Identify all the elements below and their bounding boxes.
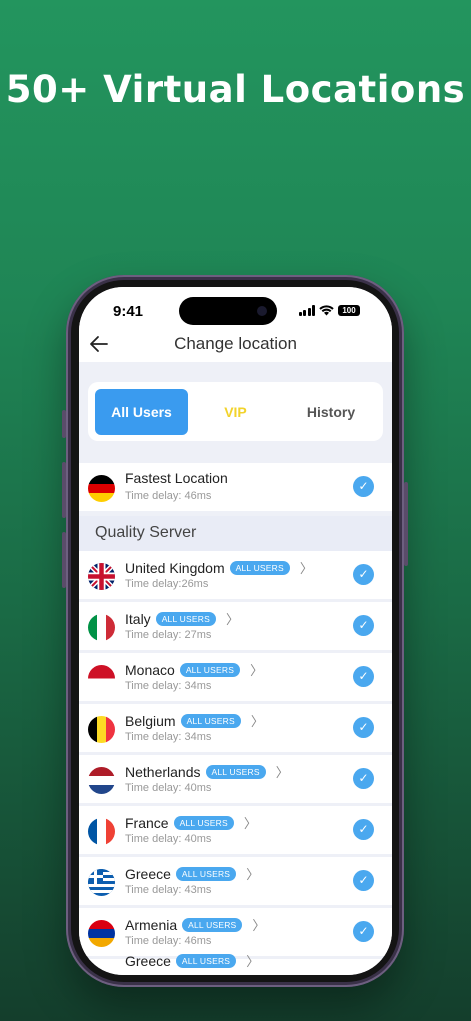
chevron-right-icon: 〉 <box>243 816 257 831</box>
page-title: Change location <box>174 334 297 353</box>
all-users-badge: ALL USERS <box>205 764 266 779</box>
check-icon: ✓ <box>353 564 374 585</box>
dynamic-island <box>179 297 277 325</box>
france-flag-icon <box>88 818 115 845</box>
tab-vip[interactable]: VIP <box>198 389 273 435</box>
time-delay: Time delay: 40ms <box>125 782 212 794</box>
belgium-flag-icon <box>88 716 115 743</box>
phone-volume-down <box>62 532 66 588</box>
time-delay: Time delay: 34ms <box>125 680 212 692</box>
signal-icon <box>298 305 315 316</box>
server-row[interactable]: Italy ALL USERS 〉 Time delay: 27ms ✓ <box>79 602 392 650</box>
phone-side-button <box>62 410 66 438</box>
time-delay: Time delay: 43ms <box>125 884 212 896</box>
all-users-badge: ALL USERS <box>175 866 237 881</box>
all-users-badge: ALL USERS <box>182 917 243 932</box>
chevron-right-icon: 〉 <box>250 714 264 729</box>
chevron-right-icon: 〉 <box>246 867 260 882</box>
phone-power-button <box>404 482 408 566</box>
all-users-badge: ALL USERS <box>175 953 237 968</box>
greece-flag-icon <box>88 869 115 896</box>
chevron-right-icon: 〉 <box>252 918 266 933</box>
check-icon: ✓ <box>353 615 374 636</box>
all-users-badge: ALL USERS <box>173 815 234 830</box>
time-delay: Time delay: 27ms <box>125 629 212 641</box>
time-delay: Time delay: 46ms <box>125 490 212 502</box>
all-users-badge: ALL USERS <box>229 560 290 575</box>
chevron-right-icon: 〉 <box>250 663 264 678</box>
time-delay: Time delay: 46ms <box>125 935 212 947</box>
server-row[interactable]: United Kingdom ALL USERS 〉 Time delay:26ms… <box>79 551 392 599</box>
wifi-icon <box>319 305 334 316</box>
check-icon: ✓ <box>353 819 374 840</box>
chevron-right-icon: 〉 <box>246 954 260 969</box>
check-icon: ✓ <box>353 921 374 942</box>
phone-volume-up <box>62 462 66 518</box>
italy-flag-icon <box>88 614 115 641</box>
location-name: Netherlands <box>125 763 201 780</box>
server-row[interactable]: France ALL USERS 〉 Time delay: 40ms ✓ <box>79 806 392 854</box>
monaco-flag-icon <box>88 665 115 692</box>
location-name: Armenia <box>125 916 178 933</box>
section-label: Quality Server <box>95 524 197 541</box>
tab-bar: All Users VIP History <box>88 382 383 441</box>
all-users-badge: ALL USERS <box>155 611 216 626</box>
fastest-location-row[interactable]: Fastest Location Time delay: 46ms ✓ <box>79 463 392 511</box>
location-name: Monaco <box>125 661 175 678</box>
armenia-flag-icon <box>88 920 115 947</box>
server-row[interactable]: Netherlands ALL USERS 〉 Time delay: 40ms ✓ <box>79 755 392 803</box>
section-header: Quality Server <box>79 516 392 551</box>
all-users-badge: ALL USERS <box>180 713 241 728</box>
status-time: 9:41 <box>113 303 144 320</box>
check-icon: ✓ <box>353 870 374 891</box>
headline: 50+ Virtual Locations <box>5 68 466 111</box>
check-icon: ✓ <box>353 666 374 687</box>
server-row[interactable]: Monaco ALL USERS 〉 Time delay: 34ms ✓ <box>79 653 392 701</box>
netherlands-flag-icon <box>88 767 115 794</box>
tab-history[interactable]: History <box>286 389 376 435</box>
server-row[interactable]: Belgium ALL USERS 〉 Time delay: 34ms ✓ <box>79 704 392 752</box>
chevron-right-icon: 〉 <box>275 765 289 780</box>
uk-flag-icon <box>88 563 115 590</box>
all-users-badge: ALL USERS <box>179 662 241 677</box>
status-icons: 100 <box>298 305 360 316</box>
time-delay: Time delay: 34ms <box>125 731 212 743</box>
location-name: Fastest Location <box>125 470 228 486</box>
check-icon: ✓ <box>353 476 374 497</box>
time-delay: Time delay: 40ms <box>125 833 212 845</box>
check-icon: ✓ <box>353 717 374 738</box>
chevron-right-icon: 〉 <box>299 561 313 576</box>
location-name: Belgium <box>125 712 176 729</box>
time-delay: Time delay:26ms <box>125 578 209 590</box>
chevron-right-icon: 〉 <box>225 612 239 627</box>
server-row[interactable]: Greece ALL USERS 〉 Time delay: 43ms ✓ <box>79 857 392 905</box>
tab-all-users[interactable]: All Users <box>95 389 188 435</box>
check-icon: ✓ <box>353 768 374 789</box>
location-name: United Kingdom <box>125 559 225 576</box>
app-screen: 9:41 100 Change location All Users VIP H… <box>79 287 392 975</box>
location-name: Greece <box>125 865 171 882</box>
location-name: Greece <box>125 952 171 969</box>
location-name: Italy <box>125 610 151 627</box>
germany-flag-icon <box>88 475 115 502</box>
location-name: France <box>125 814 169 831</box>
server-row[interactable]: Greece ALL USERS 〉 <box>79 953 392 975</box>
battery-icon: 100 <box>338 305 360 316</box>
greece-flag-icon <box>88 971 115 975</box>
server-row[interactable]: Armenia ALL USERS 〉 Time delay: 46ms ✓ <box>79 908 392 956</box>
